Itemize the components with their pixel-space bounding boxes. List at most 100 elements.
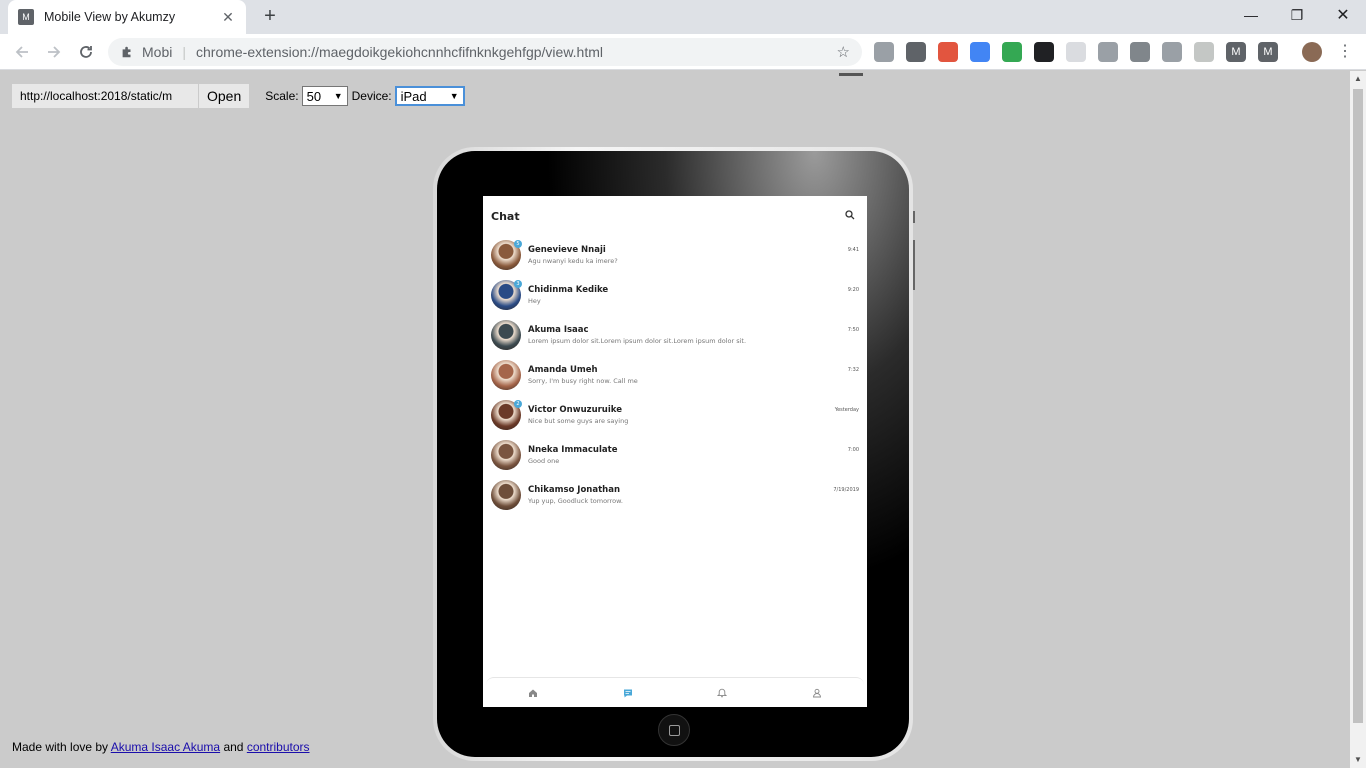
chat-list-item[interactable]: Akuma Isaac Lorem ipsum dolor sit.Lorem i… — [483, 316, 867, 356]
last-message: Agu nwanyi kedu ka imere? — [528, 257, 618, 265]
page-scrollbar[interactable]: ▲ ▼ — [1350, 71, 1366, 768]
chat-icon[interactable] — [623, 688, 633, 698]
extension-icons: MM — [874, 42, 1278, 62]
browser-tab[interactable]: M Mobile View by Akumzy ✕ — [8, 0, 246, 34]
chat-list-item[interactable]: Amanda Umeh Sorry, I'm busy right now. Ca… — [483, 356, 867, 396]
browser-menu-icon[interactable]: ⋮ — [1336, 41, 1354, 63]
profile-avatar[interactable] — [1302, 42, 1322, 62]
device-value: iPad — [400, 88, 427, 104]
avatar — [491, 440, 521, 470]
last-message: Nice but some guys are saying — [528, 417, 629, 425]
message-time: 7/19/2019 — [833, 487, 859, 493]
message-time: 7:00 — [847, 447, 859, 453]
chat-list: 5 Genevieve Nnaji Agu nwanyi kedu ka imere… — [483, 236, 867, 516]
forward-button[interactable] — [42, 40, 66, 64]
reload-button[interactable] — [74, 40, 98, 64]
tab-favicon-icon: M — [18, 9, 34, 25]
author-link[interactable]: Akuma Isaac Akuma — [111, 740, 220, 754]
footer: Made with love by Akuma Isaac Akuma and … — [12, 740, 310, 754]
message-time: 7:50 — [847, 327, 859, 333]
pip-icon[interactable] — [1034, 42, 1054, 62]
unread-badge: 5 — [514, 240, 522, 248]
avatar — [491, 480, 521, 510]
forward-arrow-icon — [48, 46, 61, 58]
bottom-nav — [486, 677, 864, 707]
message-time: 7:32 — [847, 367, 859, 373]
open-button[interactable]: Open — [198, 84, 250, 108]
dropdown-arrow-icon: ▼ — [449, 91, 459, 101]
contributors-link[interactable]: contributors — [247, 740, 310, 754]
grid-icon[interactable] — [1066, 42, 1086, 62]
last-message: Good one — [528, 457, 560, 465]
footer-prefix: Made with love by — [12, 740, 109, 754]
unread-badge: 3 — [514, 280, 522, 288]
view-controls: http://localhost:2018/static/m Open Scal… — [12, 84, 465, 108]
chat-list-item[interactable]: 5 Genevieve Nnaji Agu nwanyi kedu ka imere… — [483, 236, 867, 276]
m-icon[interactable]: M — [1226, 42, 1246, 62]
last-message: Hey — [528, 297, 541, 305]
m-icon[interactable]: M — [1258, 42, 1278, 62]
chat-list-item[interactable]: Chikamso Jonathan Yup yup, Goodluck tomor… — [483, 476, 867, 516]
new-tab-button[interactable]: + — [258, 5, 282, 29]
shield-icon[interactable] — [874, 42, 894, 62]
url-text[interactable]: chrome-extension://maegdoikgekiohcnnhcfi… — [196, 44, 837, 60]
contact-name: Nneka Immaculate — [528, 445, 618, 455]
last-message: Sorry, I'm busy right now. Call me — [528, 377, 638, 385]
close-window-button[interactable]: ✕ — [1320, 0, 1366, 30]
dropdown-arrow-icon: ▼ — [333, 91, 343, 101]
contact-name: Victor Onwuzuruike — [528, 405, 622, 415]
vuejs-icon[interactable] — [1130, 42, 1150, 62]
extension-label: Mobi — [142, 44, 173, 60]
home-icon[interactable] — [528, 688, 538, 698]
reload-icon — [80, 46, 92, 58]
bell-icon[interactable] — [717, 688, 728, 698]
search-icon[interactable] — [845, 210, 855, 220]
translate-icon[interactable] — [970, 42, 990, 62]
home-square-icon — [669, 725, 680, 736]
user-icon[interactable] — [812, 688, 822, 698]
message-time: 9:20 — [847, 287, 859, 293]
browser-toolbar: Mobi | chrome-extension://maegdoikgekioh… — [0, 34, 1366, 70]
message-time: Yesterday — [834, 407, 859, 413]
compass-icon[interactable] — [1098, 42, 1118, 62]
lock-icon[interactable] — [906, 42, 926, 62]
contact-name: Chikamso Jonathan — [528, 485, 620, 495]
device-label: Device: — [351, 89, 392, 103]
home-button[interactable] — [658, 714, 690, 746]
tab-close-icon[interactable]: ✕ — [220, 9, 236, 26]
camera-icon[interactable] — [1162, 42, 1182, 62]
tab-title: Mobile View by Akumzy — [44, 10, 176, 24]
scroll-down-icon[interactable]: ▼ — [1350, 752, 1366, 768]
message-time: 9:41 — [847, 247, 859, 253]
chat-list-item[interactable]: Nneka Immaculate Good one 7:00 — [483, 436, 867, 476]
footer-and: and — [223, 740, 244, 754]
scale-label: Scale: — [265, 89, 299, 103]
device-screen: Chat 5 Genevieve Nnaji Agu nwanyi kedu ka … — [483, 196, 867, 707]
ipad-top-button — [839, 73, 863, 76]
device-select[interactable]: iPad ▼ — [394, 86, 465, 106]
bookmark-star-icon[interactable]: ☆ — [837, 43, 850, 61]
omnibox-separator: | — [182, 44, 186, 60]
back-button[interactable] — [10, 40, 34, 64]
scroll-up-icon[interactable]: ▲ — [1350, 71, 1366, 87]
url-input[interactable]: http://localhost:2018/static/m — [12, 84, 198, 108]
tab-bar: M Mobile View by Akumzy ✕ + — ❐ ✕ — [0, 0, 1366, 34]
contact-name: Akuma Isaac — [528, 325, 589, 335]
puzzle-icon — [122, 46, 131, 58]
avatar — [491, 320, 521, 350]
chat-list-item[interactable]: 2 Victor Onwuzuruike Nice but some guys ar… — [483, 396, 867, 436]
leaf-icon[interactable] — [1194, 42, 1214, 62]
colorful-icon[interactable] — [938, 42, 958, 62]
back-arrow-icon — [15, 46, 28, 58]
minimize-button[interactable]: — — [1228, 0, 1274, 30]
last-message: Yup yup, Goodluck tomorrow. — [528, 497, 623, 505]
avatar — [491, 360, 521, 390]
address-bar[interactable]: Mobi | chrome-extension://maegdoikgekioh… — [108, 38, 862, 66]
chat-list-item[interactable]: 3 Chidinma Kedike Hey 9:20 — [483, 276, 867, 316]
download-icon[interactable] — [1002, 42, 1022, 62]
scale-value: 50 — [306, 88, 322, 104]
scroll-thumb[interactable] — [1353, 89, 1363, 723]
restore-button[interactable]: ❐ — [1274, 0, 1320, 30]
scale-select[interactable]: 50 ▼ — [301, 86, 348, 106]
contact-name: Genevieve Nnaji — [528, 245, 606, 255]
